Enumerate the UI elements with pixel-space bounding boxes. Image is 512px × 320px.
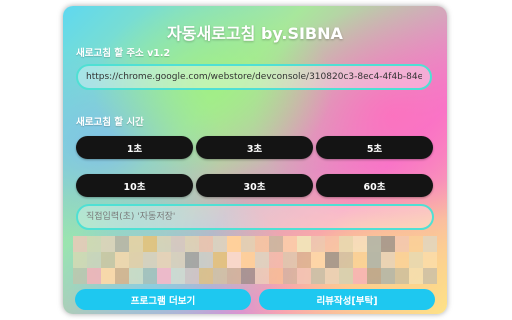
ad-banner-pixel (297, 236, 311, 252)
ad-banner-pixel (115, 236, 129, 252)
ad-banner-pixel (325, 252, 339, 268)
ad-banner-pixel (101, 236, 115, 252)
ad-banner-pixel (381, 252, 395, 268)
ad-banner-pixel (367, 252, 381, 268)
ad-banner-pixel (339, 252, 353, 268)
ad-banner-pixel (269, 268, 283, 284)
ad-banner-pixel (213, 268, 227, 284)
ad-banner-pixel (129, 236, 143, 252)
ad-banner-pixel (199, 268, 213, 284)
ad-banner-pixel (227, 268, 241, 284)
ad-banner-pixel (129, 268, 143, 284)
ad-banner-pixel (171, 236, 185, 252)
ad-banner-pixel (73, 268, 87, 284)
ad-banner-pixel (395, 236, 409, 252)
ad-banner-pixel (255, 236, 269, 252)
ad-banner-pixel (185, 252, 199, 268)
more-programs-button[interactable]: 프로그램 더보기 (75, 289, 251, 310)
ad-banner-pixel (101, 268, 115, 284)
ad-banner-pixel (353, 268, 367, 284)
ad-banner-pixel (311, 268, 325, 284)
ad-banner-pixel (157, 236, 171, 252)
ad-banner-pixel (73, 236, 87, 252)
ad-banner-pixel (325, 268, 339, 284)
ad-banner-pixel (297, 268, 311, 284)
ad-banner-pixel (87, 236, 101, 252)
ad-banner-pixel (311, 236, 325, 252)
ad-banner-pixel (325, 236, 339, 252)
ad-banner-pixel (171, 268, 185, 284)
ad-banner-pixel (115, 252, 129, 268)
ad-banner-pixel (129, 252, 143, 268)
interval-1s-button[interactable]: 1초 (76, 136, 193, 159)
ad-banner-pixel (185, 268, 199, 284)
ad-banner-pixel (241, 236, 255, 252)
ad-banner-pixel (269, 236, 283, 252)
ad-banner-pixel (199, 236, 213, 252)
interval-60s-button[interactable]: 60초 (316, 174, 433, 197)
ad-banner-pixel (353, 252, 367, 268)
ad-banner-pixel (381, 236, 395, 252)
ad-banner-pixel (241, 268, 255, 284)
ad-banner-pixel (395, 268, 409, 284)
ad-banner-pixel (339, 236, 353, 252)
ad-banner-pixel (367, 268, 381, 284)
ad-banner-pixel (227, 236, 241, 252)
ad-banner-pixel (143, 236, 157, 252)
ad-banner-pixel (213, 252, 227, 268)
ad-banner-pixel (73, 252, 87, 268)
url-section-label: 새로고침 할 주소 v1.2 (76, 48, 171, 59)
ad-banner-pixel (171, 252, 185, 268)
ad-banner-pixel (381, 268, 395, 284)
ad-banner-pixel (87, 252, 101, 268)
ad-banner-pixel (255, 252, 269, 268)
write-review-button[interactable]: 리뷰작성[부탁] (259, 289, 435, 310)
ad-banner-pixel (143, 252, 157, 268)
ad-banner-pixel (213, 236, 227, 252)
pixelated-ad-banner[interactable] (73, 236, 437, 284)
ad-banner-pixel (283, 236, 297, 252)
ad-banner-pixel (115, 268, 129, 284)
app-title: 자동새로고침 by.SIBNA (167, 24, 343, 43)
refresh-panel: 자동새로고침 by.SIBNA 새로고침 할 주소 v1.2 새로고침 할 시간… (63, 6, 447, 314)
ad-banner-pixel (409, 252, 423, 268)
ad-banner-pixel (157, 252, 171, 268)
ad-banner-pixel (353, 236, 367, 252)
ad-banner-pixel (423, 268, 437, 284)
ad-banner-pixel (199, 252, 213, 268)
interval-5s-button[interactable]: 5초 (316, 136, 433, 159)
ad-banner-pixel (157, 268, 171, 284)
ad-banner-pixel (241, 252, 255, 268)
ad-banner-pixel (367, 236, 381, 252)
time-section-label: 새로고침 할 시간 (76, 117, 144, 128)
ad-banner-pixel (101, 252, 115, 268)
ad-banner-pixel (297, 252, 311, 268)
ad-banner-pixel (87, 268, 101, 284)
ad-banner-pixel (143, 268, 157, 284)
manual-interval-input[interactable] (76, 204, 434, 230)
ad-banner-pixel (283, 252, 297, 268)
ad-banner-pixel (339, 268, 353, 284)
ad-banner-pixel (269, 252, 283, 268)
ad-banner-pixel (283, 268, 297, 284)
interval-10s-button[interactable]: 10초 (76, 174, 193, 197)
ad-banner-pixel (423, 236, 437, 252)
ad-banner-pixel (311, 252, 325, 268)
ad-banner-pixel (423, 252, 437, 268)
interval-3s-button[interactable]: 3초 (196, 136, 313, 159)
ad-banner-pixel (227, 252, 241, 268)
interval-30s-button[interactable]: 30초 (196, 174, 313, 197)
url-input[interactable] (76, 64, 432, 90)
ad-banner-pixel (409, 236, 423, 252)
ad-banner-pixel (255, 268, 269, 284)
ad-banner-pixel (409, 268, 423, 284)
ad-banner-pixel (395, 252, 409, 268)
ad-banner-pixel (185, 236, 199, 252)
